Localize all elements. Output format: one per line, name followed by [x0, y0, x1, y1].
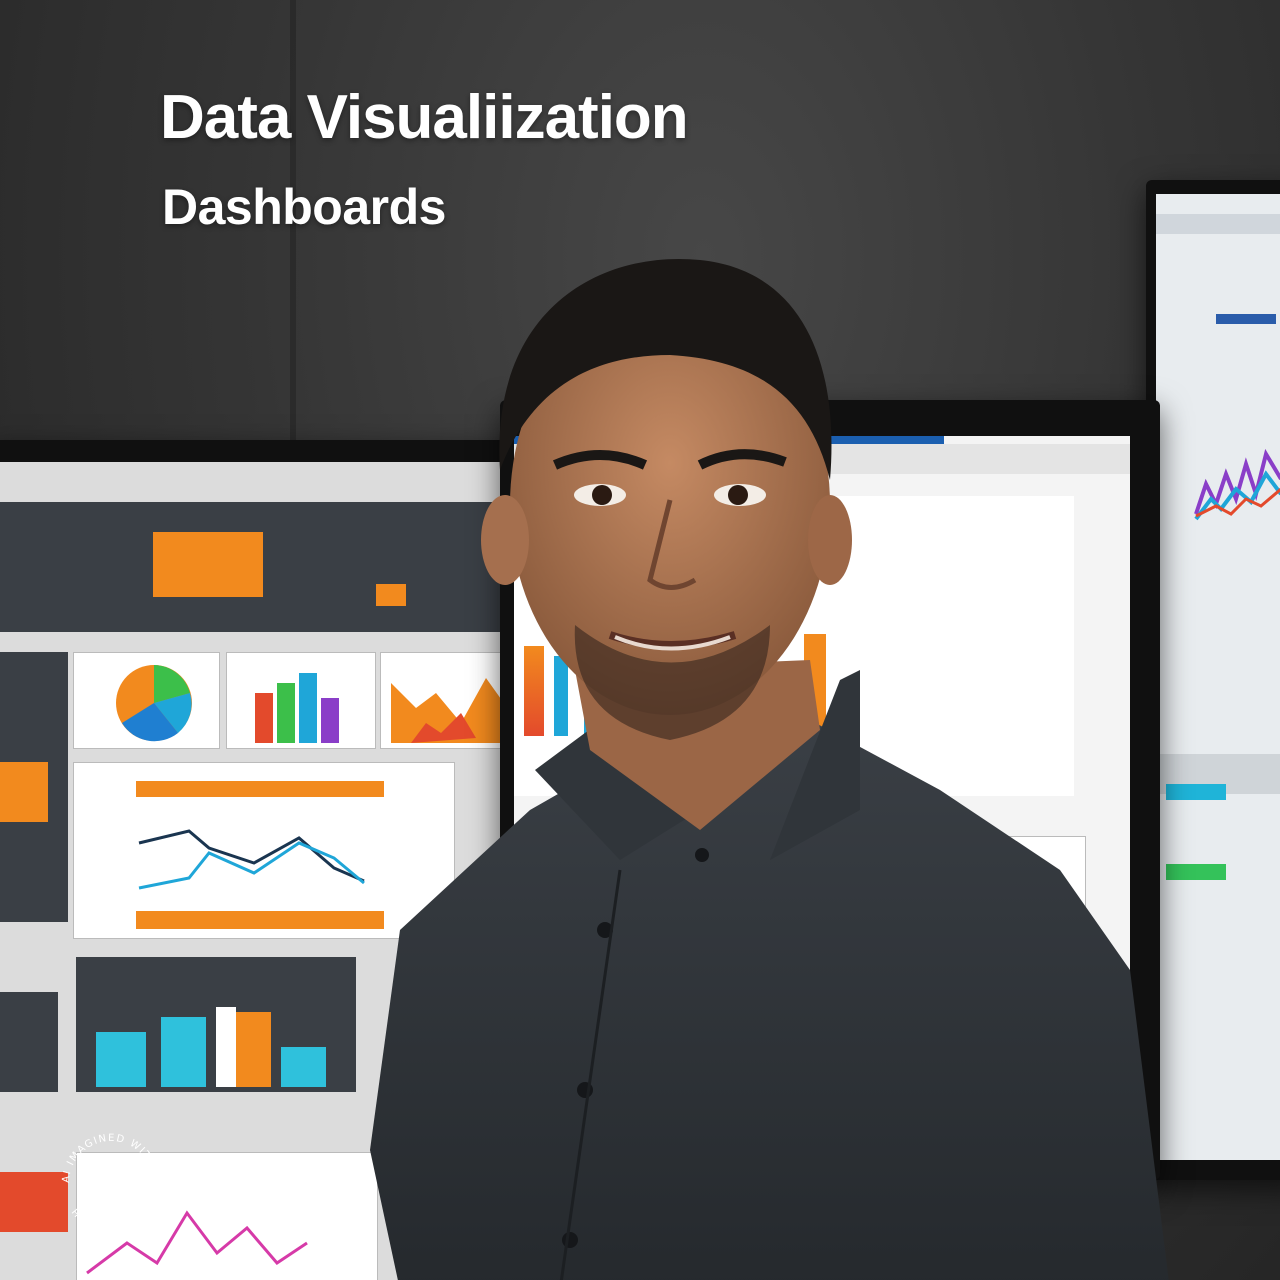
sparkle-person-icon [89, 1166, 126, 1208]
headline-title: Data Visualiization [160, 83, 689, 152]
bottom-bar-chart [96, 1007, 326, 1087]
person [370, 258, 1169, 1280]
right-monitor-line-chart [1194, 448, 1280, 521]
pie-chart [116, 665, 192, 742]
orange-kpi-tile [153, 532, 263, 597]
pie-chart-panel [73, 652, 220, 749]
ai-imagined-watermark: AI IMAGINED WITH AI IMAGINED WITH [61, 1133, 160, 1233]
bottom-bar-chart-panel [76, 957, 356, 1092]
photo-scene: Data Visualiization Dashboards AI IMAGIN… [0, 0, 1280, 1280]
headline-subtitle: Dashboards [162, 179, 446, 235]
